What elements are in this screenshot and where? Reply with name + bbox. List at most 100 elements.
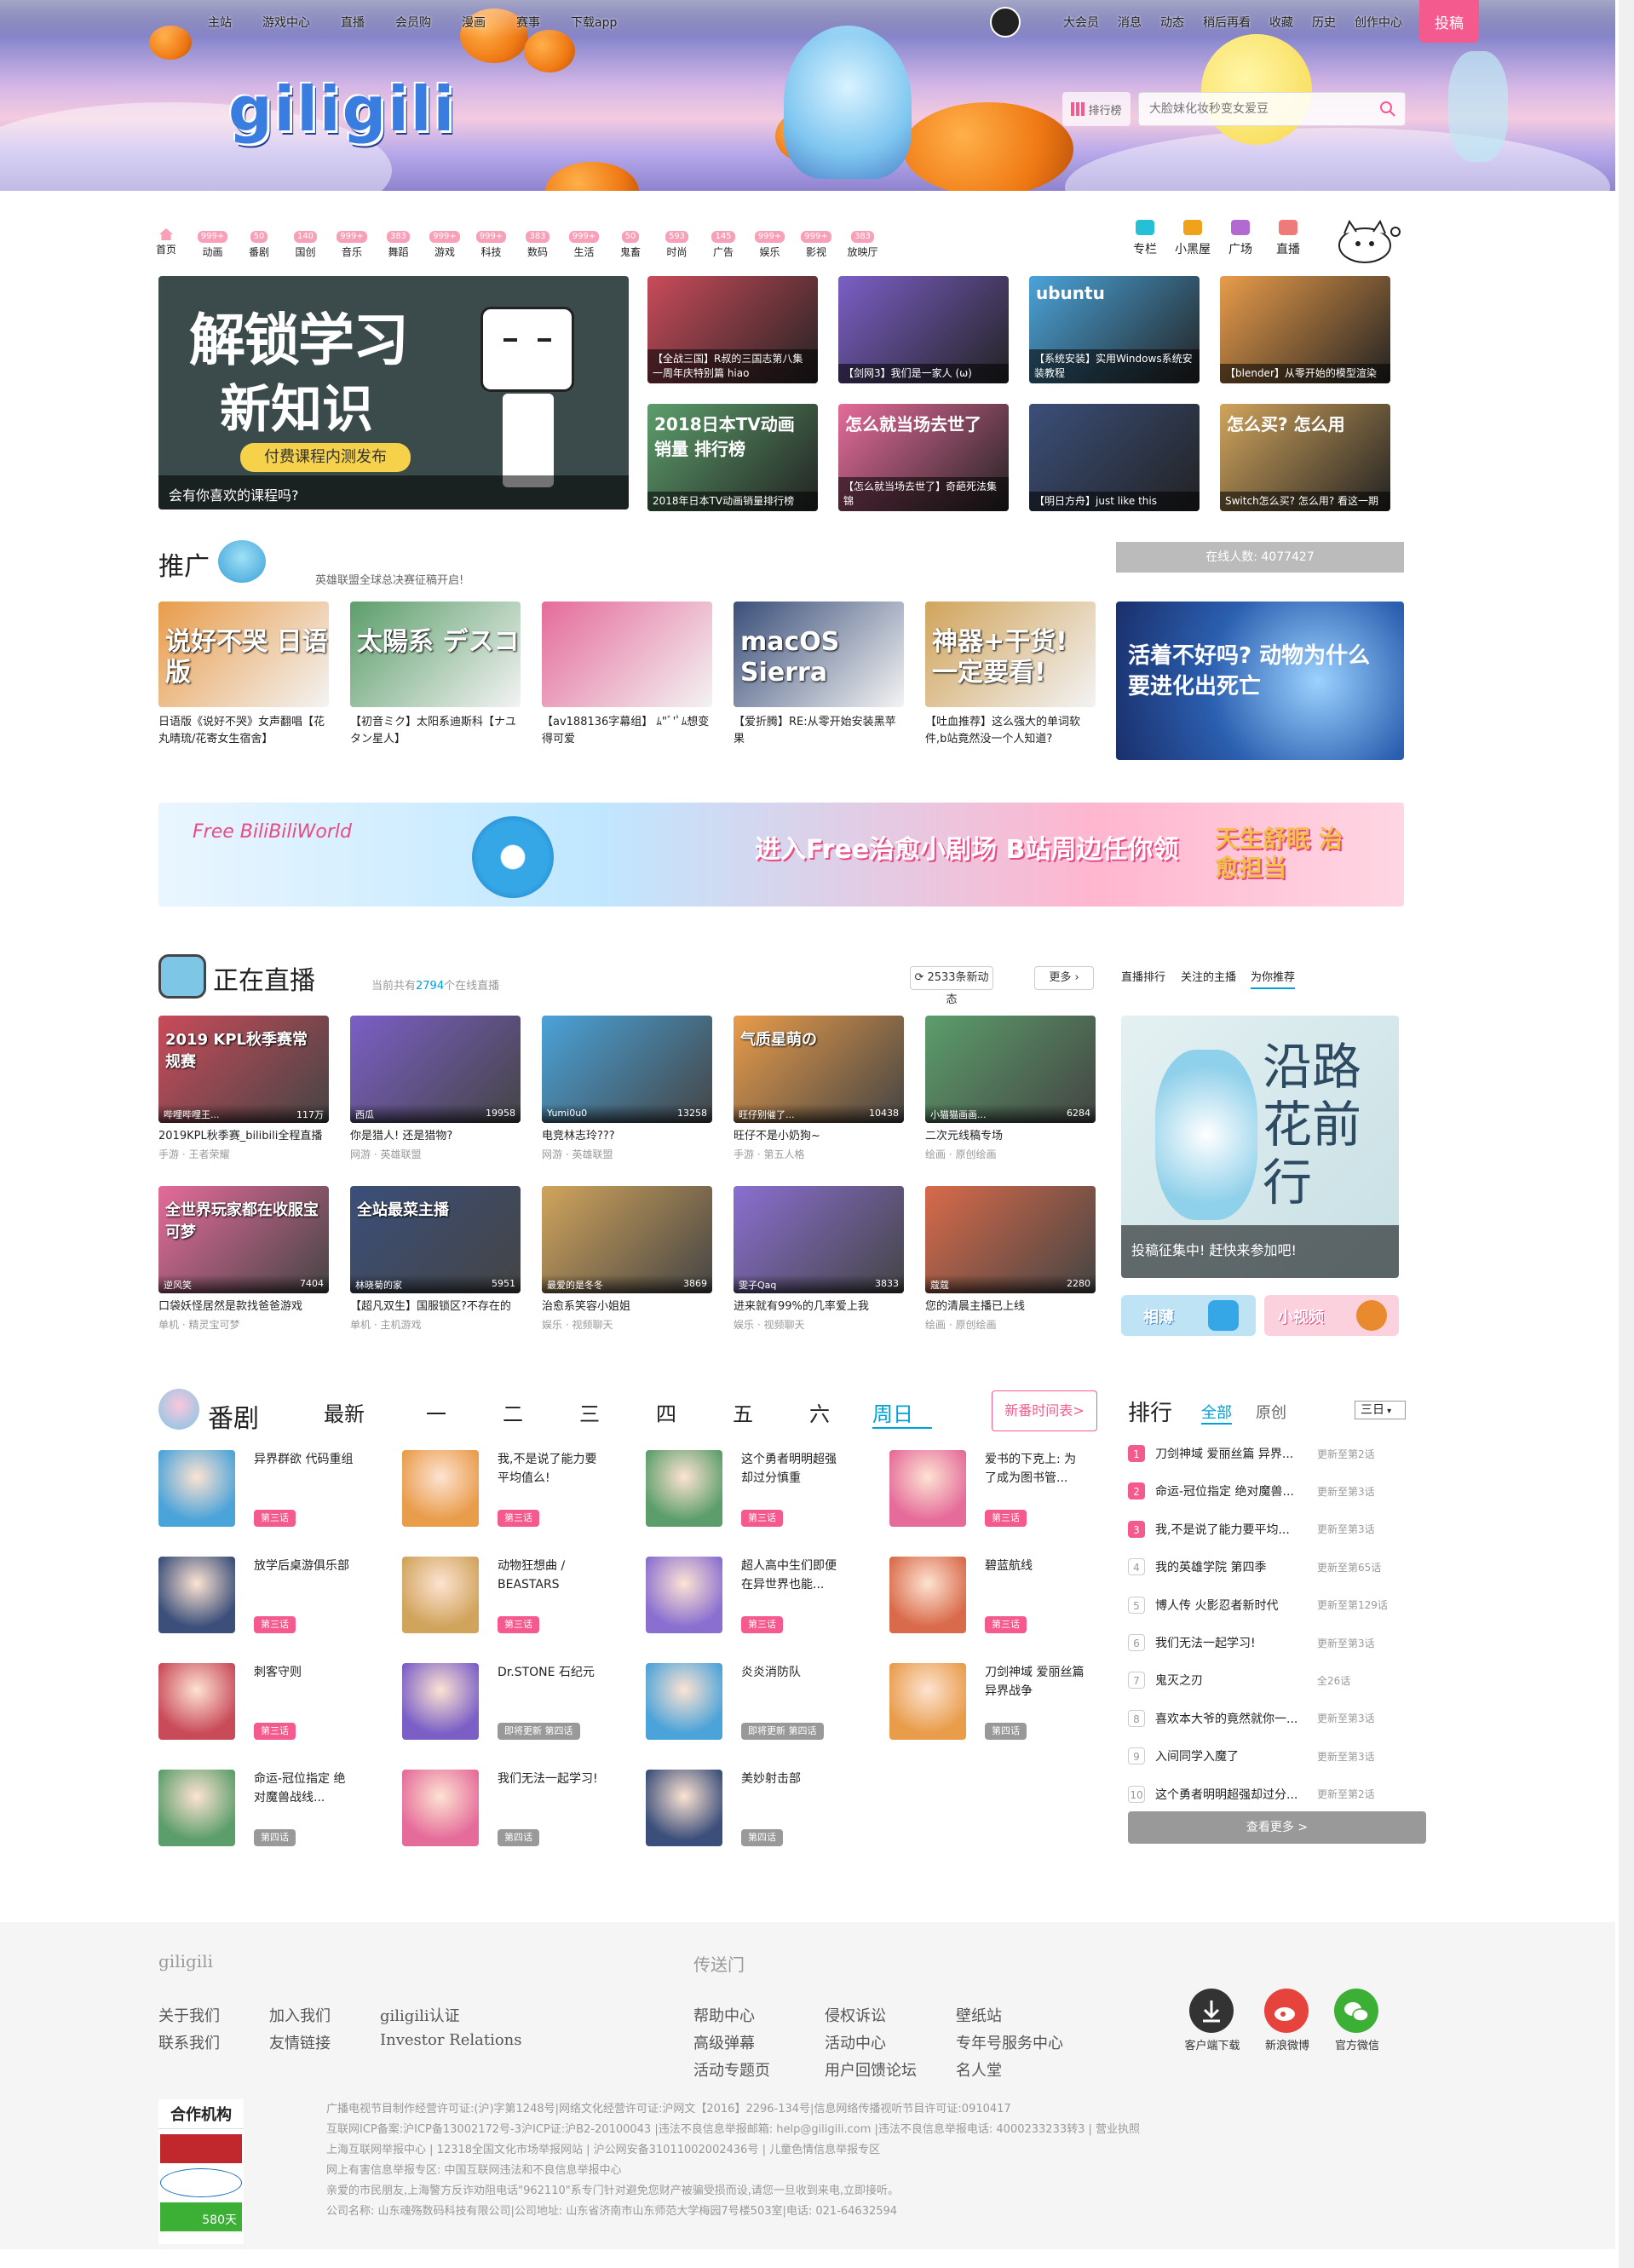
day-tab[interactable]: 二 (503, 1397, 523, 1427)
channel-12[interactable]: 593 时尚 (656, 228, 699, 259)
live-thumb[interactable]: 全世界玩家都在收服宝可梦 逆风笑 7404 (158, 1186, 329, 1293)
footer-link-feedback[interactable]: 用户回馈论坛 (825, 2058, 917, 2081)
bangumi-title[interactable]: Dr.STONE 石纪元 (498, 1663, 600, 1704)
footer-link-investor[interactable]: Investor Relations (380, 2031, 522, 2049)
live-thumb[interactable]: 全站最菜主播 林晓菊的家 5951 (350, 1186, 521, 1293)
live-tab-following[interactable]: 关注的主播 (1181, 968, 1236, 984)
bangumi-title[interactable]: 放学后桌游俱乐部 (254, 1557, 356, 1597)
ranking-row[interactable]: 1 刀剑神域 爱丽丝篇 异界... 更新至第2话 (1128, 1435, 1426, 1472)
bangumi-title[interactable]: 碧蓝航线 (985, 1557, 1087, 1597)
ranking-row[interactable]: 6 我们无法一起学习! 更新至第3话 (1128, 1624, 1426, 1661)
nav-game-center[interactable]: 游戏中心 (262, 14, 310, 31)
bangumi-title[interactable]: 命运-冠位指定 绝对魔兽战线... (254, 1770, 356, 1810)
promo-video-thumb[interactable]: 太陽系 デスコ (350, 602, 521, 707)
promo-video-title[interactable]: 【吐血推荐】这么强大的单词软件,b站竟然没一个人知道? (925, 714, 1096, 750)
footer-link-help[interactable]: 帮助中心 (693, 2004, 755, 2026)
scrollbar[interactable] (1619, 0, 1634, 2268)
wide-ad-banner[interactable]: Free BiliBiliWorld 进入Free治愈小剧场 B站周边任你领 天… (158, 803, 1404, 907)
promo-video-thumb[interactable]: macOS Sierra (734, 602, 904, 707)
promo-video-thumb[interactable]: 神器+干货! 一定要看! (925, 602, 1096, 707)
bangumi-cover[interactable] (889, 1557, 966, 1633)
channel-right-3[interactable]: 广场 (1217, 220, 1264, 257)
ranking-row[interactable]: 3 我,不是说了能力要平均... 更新至第3话 (1128, 1511, 1426, 1548)
bangumi-cover[interactable] (646, 1770, 722, 1846)
live-more-button[interactable]: 更多 › (1034, 966, 1094, 990)
search-icon[interactable] (1379, 101, 1396, 118)
bangumi-title[interactable]: 这个勇者明明超强却过分慎重 (741, 1450, 843, 1491)
featured-video[interactable]: 【blender】从零开始的模型渲染 (1220, 276, 1390, 383)
weibo-icon[interactable] (1264, 1989, 1309, 2033)
carousel[interactable]: 解锁学习 新知识 付费课程内测发布 会有你喜欢的课程吗? (158, 276, 629, 509)
live-category[interactable]: 网游 · 英雄联盟 (350, 1147, 421, 1161)
featured-video[interactable]: 2018日本TV动画 销量 排行榜 2018年日本TV动画销量排行榜 (647, 404, 818, 511)
nav-vip[interactable]: 大会员 (1063, 14, 1099, 31)
promo-video-thumb[interactable]: 说好不哭 日语版 (158, 602, 329, 707)
footer-link-about[interactable]: 关于我们 (158, 2004, 220, 2026)
short-video-button[interactable]: 小视频 (1264, 1295, 1399, 1336)
bangumi-cover[interactable] (646, 1450, 722, 1527)
live-title[interactable]: 二次元线稿专场 (925, 1128, 1096, 1145)
bangumi-cover[interactable] (158, 1557, 235, 1633)
bangumi-cover[interactable] (158, 1663, 235, 1740)
bangumi-title[interactable]: 我们无法一起学习! (498, 1770, 600, 1810)
live-thumb[interactable]: 蔻蔻 2280 (925, 1186, 1096, 1293)
bangumi-title[interactable]: 异界群欲 代码重组 (254, 1450, 356, 1491)
bangumi-title[interactable]: 超人高中生们即便在异世界也能... (741, 1557, 843, 1597)
footer-link-verify[interactable]: giligili认证 (380, 2004, 460, 2026)
live-thumb[interactable]: 2019 KPL秋季赛常规赛 哔哩哔哩王... 117万 (158, 1016, 329, 1123)
wechat-icon[interactable] (1334, 1989, 1378, 2033)
footer-link-topics[interactable]: 活动专题页 (693, 2058, 770, 2081)
ranking-row[interactable]: 10 这个勇者明明超强却过分... 更新至第2话 (1128, 1776, 1426, 1813)
channel-10[interactable]: 999+ 生活 (563, 228, 606, 259)
ranking-row[interactable]: 9 入间同学入魔了 更新至第3话 (1128, 1737, 1426, 1775)
bangumi-cover[interactable] (889, 1450, 966, 1527)
ranking-row[interactable]: 2 命运-冠位指定 绝对魔兽... 更新至第3话 (1128, 1472, 1426, 1510)
bangumi-cover[interactable] (158, 1450, 235, 1527)
day-tab[interactable]: 五 (733, 1397, 753, 1427)
channel-5[interactable]: 999+ 音乐 (331, 228, 373, 259)
live-category[interactable]: 手游 · 第五人格 (734, 1147, 804, 1161)
channel-15[interactable]: 999+ 影视 (795, 228, 837, 259)
bangumi-title[interactable]: 美妙射击部 (741, 1770, 843, 1810)
bangumi-title[interactable]: 动物狂想曲 / BEASTARS (498, 1557, 600, 1597)
live-title[interactable]: 【超凡双生】国服锁区?不存在的 (350, 1298, 521, 1315)
search-input[interactable] (1139, 93, 1361, 125)
nav-favorites[interactable]: 收藏 (1269, 14, 1293, 31)
ranking-row[interactable]: 5 博人传 火影忍者新时代 更新至第129话 (1128, 1586, 1426, 1624)
channel-8[interactable]: 999+ 科技 (470, 228, 513, 259)
promo-video-title[interactable]: 【爱折腾】RE:从零开始安装黑苹果 (734, 714, 904, 750)
ranking-tab-all[interactable]: 全部 (1201, 1401, 1232, 1425)
channel-11[interactable]: 50 鬼畜 (609, 228, 652, 259)
side-ad[interactable]: 活着不好吗? 动物为什么要进化出死亡 (1116, 602, 1404, 760)
avatar[interactable] (990, 7, 1021, 37)
live-side-feature[interactable]: 沿路花前行 投稿征集中! 赶快来参加吧! (1121, 1016, 1399, 1278)
promo-video-title[interactable]: 【初音ミク】太阳系迪斯科【ナユタン星人】 (350, 714, 521, 750)
footer-link-hall[interactable]: 名人堂 (956, 2058, 1002, 2081)
footer-link-danmaku[interactable]: 高级弹幕 (693, 2031, 755, 2053)
live-category[interactable]: 绘画 · 原创绘画 (925, 1317, 996, 1332)
bangumi-cover[interactable] (402, 1663, 479, 1740)
promo-video-thumb[interactable] (542, 602, 712, 707)
live-thumb[interactable]: 气质星萌の 旺仔别催了... 10438 (734, 1016, 904, 1123)
day-tab[interactable]: 一 (426, 1397, 446, 1427)
live-thumb[interactable]: Yumi0u0 13258 (542, 1016, 712, 1123)
live-title[interactable]: 2019KPL秋季赛_bilibili全程直播 (158, 1128, 329, 1145)
nav-dynamics[interactable]: 动态 (1160, 14, 1184, 31)
featured-video[interactable]: 怎么买? 怎么用 Switch怎么买? 怎么用? 看这一期 (1220, 404, 1390, 511)
wechat-label[interactable]: 官方微信 (1310, 2036, 1404, 2052)
live-title[interactable]: 电竞林志玲??? (542, 1128, 712, 1145)
nav-main[interactable]: 主站 (208, 14, 232, 31)
footer-link-join[interactable]: 加入我们 (269, 2004, 331, 2026)
live-news-button[interactable]: ⟳ 2533条新动态 (910, 966, 993, 1006)
channel-7[interactable]: 999+ 游戏 (423, 228, 466, 259)
live-category[interactable]: 手游 · 王者荣耀 (158, 1147, 229, 1161)
ranking-period-select[interactable]: 三日 ▾ (1355, 1401, 1406, 1419)
channel-right-2[interactable]: 小黑屋 (1169, 220, 1217, 257)
bangumi-cover[interactable] (646, 1557, 722, 1633)
download-icon[interactable] (1189, 1989, 1234, 2033)
channel-3[interactable]: 50 番剧 (238, 228, 280, 259)
nav-creator-center[interactable]: 创作中心 (1355, 14, 1402, 31)
promo-video-title[interactable]: 【av188136字幕组】 ﾑ"ﾞ'ﾟﾑ想变得可爱 (542, 714, 712, 750)
bangumi-cover[interactable] (402, 1770, 479, 1846)
channel-9[interactable]: 383 数码 (516, 228, 559, 259)
